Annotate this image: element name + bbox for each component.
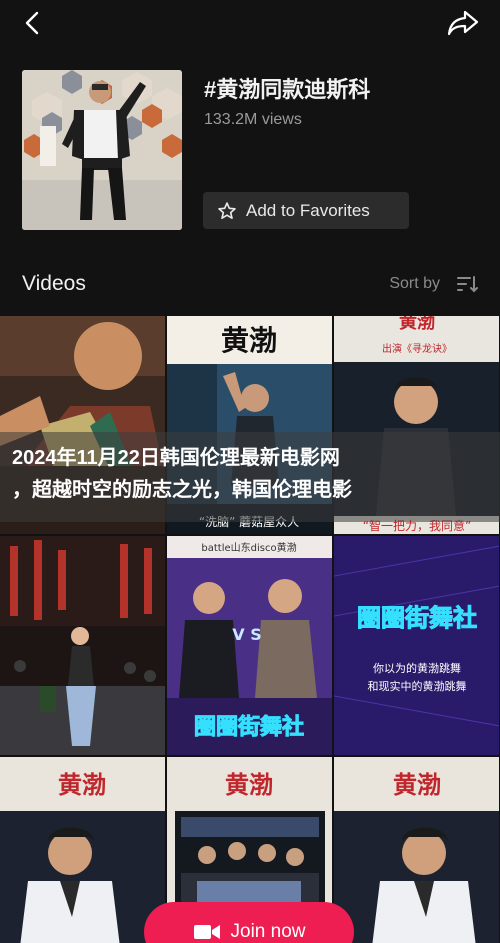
tile-6-caption: 圈圈街舞社	[357, 604, 477, 632]
view-count: 133.2M views	[204, 111, 302, 128]
tile-9-caption: 黄渤	[393, 771, 441, 799]
sound-cover-image[interactable]	[22, 70, 182, 230]
overlay-line-1: 2024年11月22日韩国伦理最新电影网	[12, 447, 340, 469]
tile-5-logo: 圈圈街舞社	[194, 714, 304, 740]
sound-header: #黄渤同款迪斯科 133.2M views Add to Favorites	[0, 66, 500, 236]
tile-7-caption: 黄渤	[58, 771, 106, 799]
chevron-left-icon[interactable]	[18, 8, 48, 38]
sort-lines-icon	[457, 276, 478, 293]
videos-title: Videos	[22, 272, 86, 295]
sort-by-label: Sort by	[389, 275, 440, 292]
tile-3-caption: 黄渤	[399, 316, 435, 333]
tile-6-subcaption-2: 和现实中的黄渤跳舞	[368, 679, 467, 693]
tile-3-subcaption: 出演《寻龙诀》	[382, 342, 452, 355]
video-thumbnail-5[interactable]: battle山东disco黄渤 V S 圈圈街舞社	[167, 536, 332, 755]
sound-title: #黄渤同款迪斯科	[204, 77, 371, 102]
add-to-favorites-button[interactable]: Add to Favorites	[203, 192, 409, 229]
tile-5-caption: battle山东disco黄渤	[201, 541, 296, 554]
overlay-line-2: ，超越时空的励志之光，韩国伦理电影	[12, 479, 352, 501]
video-thumbnail-9[interactable]: 黄渤	[334, 757, 499, 943]
video-thumbnail-4[interactable]	[0, 536, 165, 755]
video-thumbnail-7[interactable]: 黄渤	[0, 757, 165, 943]
share-arrow-icon[interactable]	[446, 8, 480, 38]
video-camera-icon	[193, 925, 220, 939]
tile-8-caption: 黄渤	[225, 771, 273, 799]
add-to-favorites-label: Add to Favorites	[246, 200, 370, 220]
tile-6-subcaption: 你以为的黄渤跳舞	[373, 661, 461, 675]
join-now-button[interactable]: Join now	[144, 902, 354, 943]
videos-section-header: Videos Sort by	[0, 268, 500, 300]
top-bar	[0, 0, 500, 48]
video-thumbnail-6[interactable]: 圈圈街舞社 你以为的黄渤跳舞 和现实中的黄渤跳舞	[334, 536, 499, 755]
join-now-label: Join now	[230, 921, 306, 942]
tile-5-vs: V S	[232, 625, 261, 644]
sort-by-button[interactable]: Sort by	[389, 275, 478, 293]
star-icon	[218, 201, 236, 219]
overlay-text-banner: 2024年11月22日韩国伦理最新电影网 ，超越时空的励志之光，韩国伦理电影	[0, 432, 500, 522]
tile-2-caption: 黄渤	[221, 324, 277, 357]
